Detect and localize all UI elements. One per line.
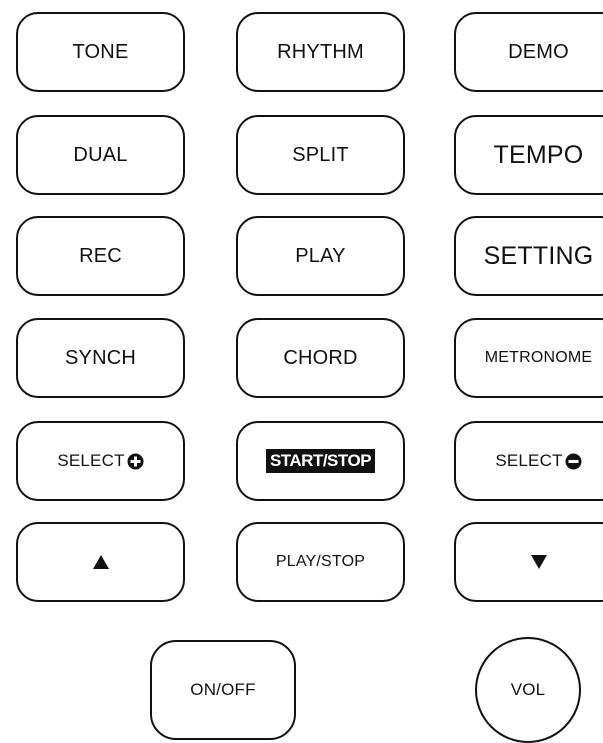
dual-label: DUAL: [73, 143, 128, 166]
chord-label: CHORD: [283, 346, 358, 369]
select-minus-content: SELECT: [495, 451, 582, 471]
metronome-label: METRONOME: [484, 349, 593, 366]
metronome-button[interactable]: METRONOME: [454, 318, 603, 398]
setting-button[interactable]: SETTING: [454, 216, 603, 296]
rec-button[interactable]: REC: [16, 216, 185, 296]
play-label: PLAY: [295, 244, 346, 267]
split-label: SPLIT: [292, 143, 349, 166]
volume-knob[interactable]: VOL: [475, 637, 581, 743]
rhythm-label: RHYTHM: [277, 40, 364, 63]
start-stop-label: START/STOP: [265, 449, 376, 473]
synch-button[interactable]: SYNCH: [16, 318, 185, 398]
down-button[interactable]: [454, 522, 603, 602]
plus-circle-icon: [127, 453, 144, 469]
select-plus-button[interactable]: SELECT: [16, 421, 185, 501]
select-plus-label: SELECT: [57, 451, 125, 470]
power-label: ON/OFF: [190, 680, 256, 699]
tempo-button[interactable]: TEMPO: [454, 115, 603, 195]
minus-circle-icon: [565, 453, 582, 469]
setting-label: SETTING: [483, 241, 594, 270]
play-stop-label: PLAY/STOP: [275, 553, 366, 570]
rec-label: REC: [79, 244, 122, 267]
select-plus-content: SELECT: [57, 451, 144, 471]
power-button[interactable]: ON/OFF: [150, 640, 296, 740]
up-triangle-icon: [92, 554, 110, 570]
demo-button[interactable]: DEMO: [454, 12, 603, 92]
play-stop-button[interactable]: PLAY/STOP: [236, 522, 405, 602]
demo-label: DEMO: [508, 40, 569, 63]
up-button[interactable]: [16, 522, 185, 602]
tempo-label: TEMPO: [493, 140, 584, 169]
volume-label: VOL: [510, 680, 546, 699]
synch-label: SYNCH: [64, 346, 136, 369]
play-button[interactable]: PLAY: [236, 216, 405, 296]
down-triangle-icon: [530, 554, 548, 570]
dual-button[interactable]: DUAL: [16, 115, 185, 195]
select-minus-button[interactable]: SELECT: [454, 421, 603, 501]
tone-button[interactable]: TONE: [16, 12, 185, 92]
start-stop-button[interactable]: START/STOP: [236, 421, 405, 501]
chord-button[interactable]: CHORD: [236, 318, 405, 398]
rhythm-button[interactable]: RHYTHM: [236, 12, 405, 92]
tone-label: TONE: [72, 40, 129, 63]
split-button[interactable]: SPLIT: [236, 115, 405, 195]
select-minus-label: SELECT: [495, 451, 563, 470]
